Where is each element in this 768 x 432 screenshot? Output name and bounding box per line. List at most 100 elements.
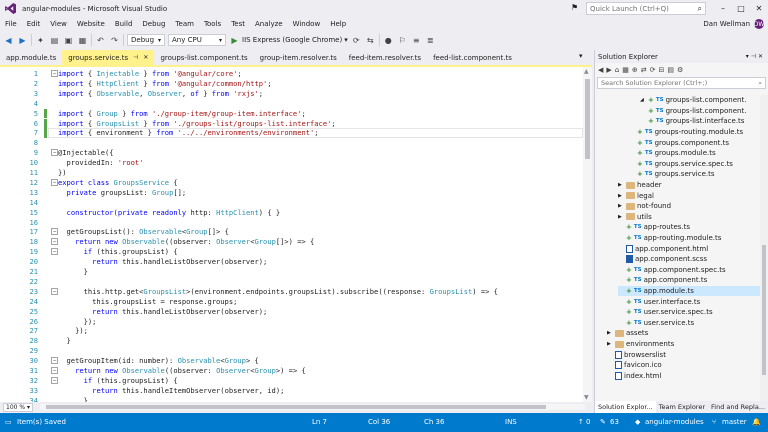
code-line[interactable]: 3 import { Observable, Observer, of } fro… — [0, 89, 583, 99]
menu-window[interactable]: Window — [288, 20, 326, 28]
comment-icon[interactable]: ≡ — [411, 36, 422, 45]
menu-build[interactable]: Build — [110, 20, 138, 28]
solution-explorer-scrollbar[interactable] — [760, 95, 768, 401]
tree-item[interactable]: + TS groups.module.ts — [629, 148, 760, 159]
code-line[interactable]: 26 }); — [0, 317, 583, 327]
tree-item[interactable]: browserslist — [607, 349, 760, 360]
uncomment-icon[interactable]: ≣ — [425, 36, 436, 45]
code-line[interactable]: 11}) — [0, 168, 583, 178]
tree-item[interactable]: + TS app.component.spec.ts — [618, 265, 760, 276]
collapse-icon[interactable]: − — [51, 357, 58, 365]
tab-group-item-resolver[interactable]: group-item.resolver.ts — [254, 50, 343, 65]
scroll-down-icon[interactable]: ▼ — [584, 394, 589, 401]
repository-icon[interactable]: ◆ — [635, 418, 640, 426]
code-line[interactable]: 28 } — [0, 336, 583, 346]
collapsed-arrow-icon[interactable]: ▶ — [618, 182, 624, 188]
tab-solution-explorer[interactable]: Solution Explor... — [595, 401, 656, 413]
save-icon[interactable]: ▣ — [63, 36, 74, 45]
tab-list-dropdown-icon[interactable]: ▾ — [579, 52, 583, 60]
switch-views-icon[interactable]: ▦ — [622, 66, 629, 74]
tab-groups-service[interactable]: groups.service.ts ⊣ ✕ — [62, 50, 155, 65]
code-line[interactable]: 5 import { Group } from './group-item/gro… — [0, 108, 583, 119]
scroll-up-icon[interactable]: ▲ — [584, 68, 589, 75]
tree-item[interactable]: ▶ environments — [607, 339, 760, 350]
tab-team-explorer[interactable]: Team Explorer — [656, 401, 708, 413]
tree-item[interactable]: + TS groups.component.ts — [629, 137, 760, 148]
home-icon[interactable]: ⌂ — [615, 66, 619, 74]
save-all-icon[interactable]: ▦ — [77, 36, 88, 45]
branch-icon[interactable]: ⑂ — [712, 418, 716, 426]
collapse-icon[interactable]: − — [51, 149, 58, 157]
menu-test[interactable]: Test — [226, 20, 250, 28]
tab-groups-list-component[interactable]: groups-list.component.ts — [154, 50, 253, 65]
pending-changes-filter-icon[interactable]: ⊕ — [632, 66, 638, 74]
tab-feed-list-component[interactable]: feed-list.component.ts — [427, 50, 518, 65]
tree-item[interactable]: + TS app-routing.module.ts — [618, 233, 760, 244]
collapse-icon[interactable]: − — [51, 367, 58, 374]
tree-item[interactable]: + TS app.component.ts — [618, 275, 760, 286]
close-icon[interactable]: ✕ — [750, 0, 768, 17]
menu-analyze[interactable]: Analyze — [250, 20, 288, 28]
collapse-icon[interactable]: − — [51, 228, 58, 236]
collapse-icon[interactable]: − — [51, 178, 58, 186]
tree-item[interactable]: + TS groups-list.interface.ts — [640, 116, 760, 127]
arrow-up-icon[interactable]: ↑ — [578, 418, 584, 426]
tree-item[interactable]: + TS groups.service.spec.ts — [629, 159, 760, 170]
tree-item[interactable]: ◢ + TS groups-list.component. — [640, 95, 760, 106]
scrollbar-thumb[interactable] — [46, 405, 546, 409]
code-line[interactable]: 8 — [0, 138, 583, 148]
search-icon[interactable]: ⌕ — [758, 79, 762, 88]
menu-tools[interactable]: Tools — [199, 20, 226, 28]
tree-item[interactable]: ▶ legal — [618, 190, 760, 201]
quick-launch-input[interactable]: Quick Launch (Ctrl+Q) ⌕ — [586, 2, 706, 15]
code-line[interactable]: 29 — [0, 346, 583, 356]
close-icon[interactable]: ✕ — [758, 53, 765, 60]
properties-icon[interactable]: ⚙ — [677, 66, 683, 74]
editor-horizontal-scrollbar[interactable] — [40, 404, 585, 410]
menu-file[interactable]: File — [0, 20, 22, 28]
code-line[interactable]: 20 return this.handleListObserver(observ… — [0, 257, 583, 267]
code-line[interactable]: 23 − this.http.get<GroupsList>(environmen… — [0, 287, 583, 297]
code-line[interactable]: 24 this.groupsList = response.groups; — [0, 297, 583, 307]
code-line[interactable]: 21 } — [0, 267, 583, 277]
refresh-icon[interactable]: ⟳ — [351, 36, 362, 45]
menu-edit[interactable]: Edit — [22, 20, 46, 28]
pencil-icon[interactable]: ✎ — [600, 418, 606, 426]
expanded-arrow-icon[interactable]: ◢ — [640, 97, 646, 103]
code-line[interactable]: 12 − export class GroupsService { — [0, 178, 583, 188]
code-line[interactable]: 4 — [0, 99, 583, 109]
search-icon[interactable]: ⌕ — [698, 4, 702, 14]
branch-name[interactable]: master — [722, 418, 747, 426]
tree-item[interactable]: + TS user.interface.ts — [618, 296, 760, 307]
menu-view[interactable]: View — [45, 20, 72, 28]
pin-icon[interactable]: ⊣ — [751, 53, 758, 60]
code-line[interactable]: 32 − if (this.groupsList) { — [0, 376, 583, 386]
code-line[interactable]: 1 − import { Injectable } from '@angular/c… — [0, 69, 583, 79]
tree-item[interactable]: + TS user.service.ts — [618, 318, 760, 329]
menu-help[interactable]: Help — [325, 20, 351, 28]
tree-item[interactable]: + TS groups-list.component. — [640, 106, 760, 117]
notification-icon[interactable]: 🔔 — [752, 418, 761, 426]
open-folder-icon[interactable]: ▤ — [49, 36, 60, 45]
forward-icon[interactable]: ▶ — [17, 36, 28, 45]
code-line[interactable]: 18 − return new Observable((observer: Obs… — [0, 237, 583, 247]
scrollbar-thumb[interactable] — [762, 245, 766, 375]
scrollbar-thumb[interactable] — [585, 79, 590, 159]
solution-explorer-search-input[interactable]: Search Solution Explorer (Ctrl+;) ⌕ — [597, 77, 766, 89]
breakpoint-icon[interactable]: ● — [383, 36, 394, 45]
forward-icon[interactable]: ▶ — [606, 66, 611, 74]
collapsed-arrow-icon[interactable]: ▶ — [607, 330, 613, 336]
code-line[interactable]: 16 — [0, 218, 583, 228]
platform-dropdown[interactable]: Any CPU ▾ — [168, 34, 226, 46]
browser-link-icon[interactable]: ⇆ — [365, 36, 376, 45]
maximize-icon[interactable]: □ — [732, 0, 750, 17]
collapse-icon[interactable]: − — [51, 376, 58, 384]
configuration-dropdown[interactable]: Debug ▾ — [127, 34, 165, 46]
collapse-icon[interactable]: − — [51, 70, 58, 77]
new-project-icon[interactable]: ✦ — [35, 36, 46, 45]
code-line[interactable]: 31 − return new Observable((observer: Obs… — [0, 366, 583, 376]
collapsed-arrow-icon[interactable]: ▶ — [607, 341, 613, 347]
back-icon[interactable]: ◀ — [3, 36, 14, 45]
tree-item[interactable]: ▶ header — [618, 180, 760, 191]
show-all-files-icon[interactable]: ▤ — [667, 66, 674, 74]
